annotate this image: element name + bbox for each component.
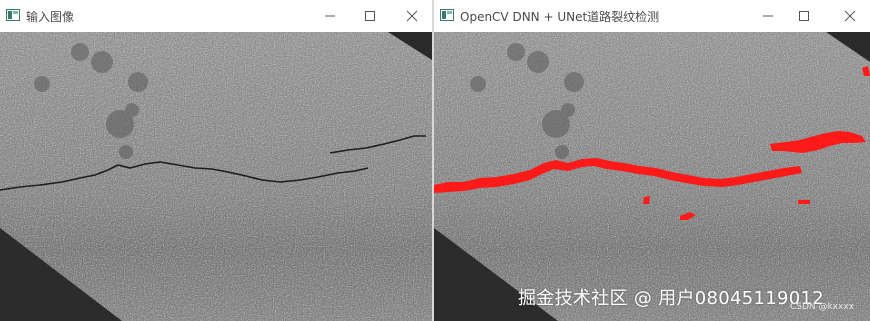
opencv-app-icon [6, 9, 20, 21]
road-image [0, 32, 432, 321]
maximize-icon [799, 11, 809, 21]
right-window-title: OpenCV DNN + UNet道路裂纹检测 [460, 10, 660, 24]
right-title-bar[interactable]: OpenCV DNN + UNet道路裂纹检测 [434, 0, 870, 32]
opencv-app-icon [440, 9, 454, 21]
left-title-bar[interactable]: 输入图像 [0, 0, 432, 32]
result-image-canvas [434, 32, 870, 321]
road-image-with-mask [434, 32, 870, 321]
input-image-canvas [0, 32, 432, 321]
maximize-button[interactable] [790, 4, 818, 28]
close-icon [844, 10, 856, 22]
close-icon [406, 10, 418, 22]
maximize-icon [365, 11, 375, 21]
site-watermark: 掘金技术社区 @ 用户08045119012 [518, 288, 825, 309]
minimize-icon [763, 15, 773, 17]
minimize-button[interactable] [754, 4, 782, 28]
left-window-title: 输入图像 [26, 10, 75, 24]
close-button[interactable] [836, 4, 864, 28]
input-image-window: 输入图像 [0, 0, 432, 321]
minimize-icon [325, 15, 335, 17]
maximize-button[interactable] [356, 4, 384, 28]
minimize-button[interactable] [316, 4, 344, 28]
csdn-watermark: CSDN @kxxxx [790, 302, 855, 312]
close-button[interactable] [398, 4, 426, 28]
result-image-window: OpenCV DNN + UNet道路裂纹检测 [434, 0, 870, 321]
